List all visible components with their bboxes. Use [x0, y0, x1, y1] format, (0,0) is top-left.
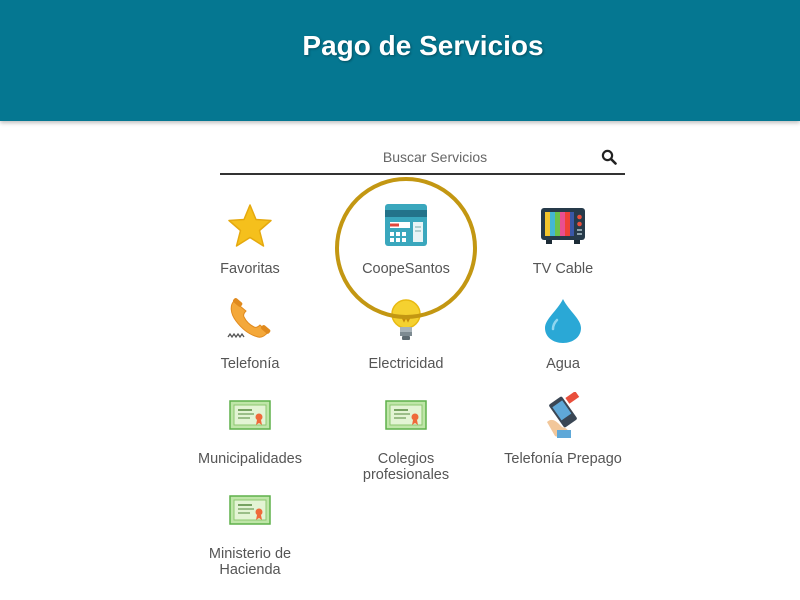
phone-icon — [227, 298, 271, 339]
search-input[interactable] — [220, 145, 590, 169]
service-label: CoopeSantos — [362, 261, 450, 277]
service-tile-ministerio-de-hacienda[interactable]: Ministerio de Hacienda — [175, 485, 325, 580]
service-tile-electricidad[interactable]: Electricidad — [331, 295, 481, 380]
service-label-line: profesionales — [362, 467, 450, 483]
service-tile-telefonia[interactable]: Telefonía — [175, 295, 325, 380]
search-bar — [220, 141, 625, 175]
service-label-line: Colegios — [377, 451, 435, 467]
service-label: Agua — [546, 356, 580, 372]
star-icon — [228, 204, 272, 247]
service-label: Electricidad — [368, 356, 444, 372]
certificate-icon — [385, 400, 427, 430]
service-label: Colegios profesionales — [331, 451, 481, 483]
service-tile-agua[interactable]: Agua — [488, 295, 638, 380]
water-drop-icon — [545, 299, 581, 343]
service-tile-colegios-profesionales[interactable]: Colegios profesionales — [331, 390, 481, 485]
service-tile-tv-cable[interactable]: TV Cable — [488, 200, 638, 285]
service-label-line: Ministerio de — [208, 546, 292, 562]
tv-icon — [541, 208, 585, 244]
service-label: Ministerio de Hacienda — [175, 546, 325, 578]
certificate-icon — [229, 495, 271, 525]
service-tile-municipalidades[interactable]: Municipalidades — [175, 390, 325, 485]
service-tile-coopesantos[interactable]: CoopeSantos — [331, 200, 481, 285]
service-label: Telefonía — [220, 356, 280, 372]
lightbulb-icon — [391, 299, 421, 340]
service-label: Favoritas — [220, 261, 280, 277]
service-label-line: Hacienda — [219, 562, 281, 578]
prepaid-phone-icon — [547, 392, 580, 438]
service-label: Municipalidades — [198, 451, 302, 467]
service-tile-telefonia-prepago[interactable]: Telefonía Prepago — [488, 390, 638, 485]
payment-terminal-icon — [385, 204, 427, 246]
app-header: Pago de Servicios — [0, 0, 800, 121]
certificate-icon — [229, 400, 271, 430]
service-label: TV Cable — [532, 261, 594, 277]
service-tile-favoritas[interactable]: Favoritas — [175, 200, 325, 285]
page-title: Pago de Servicios — [302, 30, 544, 61]
search-icon[interactable] — [601, 149, 617, 165]
service-label: Telefonía Prepago — [504, 451, 622, 467]
